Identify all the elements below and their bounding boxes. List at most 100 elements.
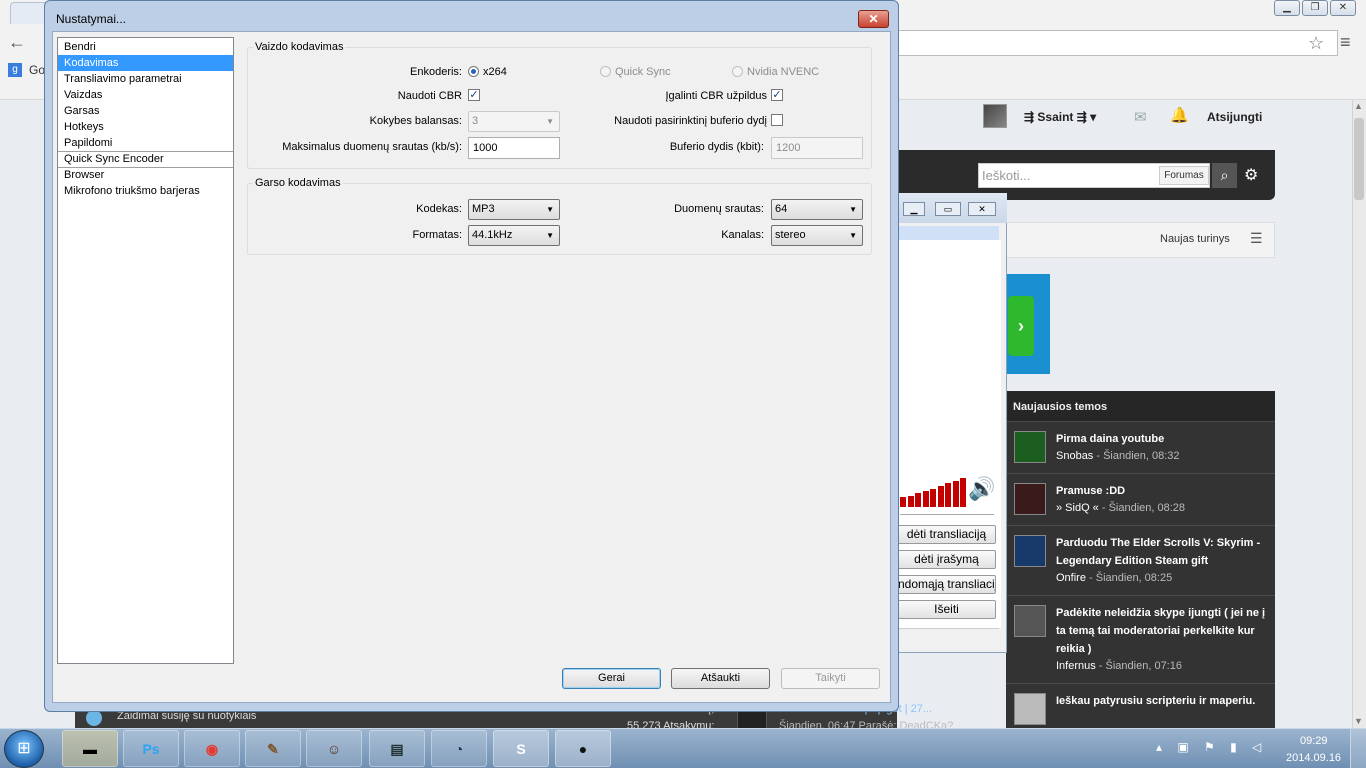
photoshop-icon[interactable]: Ps (123, 730, 179, 767)
bell-icon[interactable]: 🔔 (1170, 106, 1189, 124)
topic-author[interactable]: Onfire (1056, 572, 1086, 584)
apply-button[interactable]: Taikyti (781, 668, 880, 689)
game-icon[interactable]: ☺ (306, 730, 362, 767)
nav-item-transliavimo[interactable]: Transliavimo parametrai (58, 71, 233, 87)
speaker-icon[interactable]: 🔊 (968, 476, 995, 502)
maximize-button[interactable]: ❐ (1302, 0, 1328, 16)
chevron-right-icon[interactable]: › (1008, 296, 1034, 356)
cbr-padding-checkbox[interactable]: ✓ (771, 89, 783, 101)
search-icon[interactable]: ⌕ (1212, 163, 1237, 188)
search-scope-select[interactable]: Forumas (1159, 166, 1209, 185)
topic-title[interactable]: Pirma daina youtube (1056, 430, 1270, 448)
audio-bitrate-select[interactable]: 64 ▼ (771, 199, 863, 220)
nav-item-bendri[interactable]: Bendri (58, 39, 233, 55)
topic-author[interactable]: Snobas (1056, 450, 1093, 462)
scroll-down-icon[interactable]: ▼ (1354, 716, 1363, 726)
topic-title[interactable]: Parduodu The Elder Scrolls V: Skyrim - L… (1056, 534, 1270, 570)
radio-nvenc-label[interactable]: Nvidia NVENC (747, 66, 819, 78)
gear-icon[interactable]: ⚙ (1244, 165, 1258, 185)
codec-value: MP3 (472, 203, 495, 215)
clock-date[interactable]: 2014.09.16 (1286, 752, 1341, 764)
meter-bar (907, 496, 914, 507)
minimize-button[interactable]: ▁ (1274, 0, 1300, 16)
chevron-down-icon: ▼ (849, 231, 857, 240)
cbr-checkbox[interactable]: ✓ (468, 89, 480, 101)
channel-select[interactable]: stereo ▼ (771, 225, 863, 246)
radio-nvenc[interactable] (732, 66, 743, 77)
radio-x264[interactable] (468, 66, 479, 77)
mail-icon[interactable]: ✉ (1134, 108, 1147, 126)
nav-item-vaizdas[interactable]: Vaizdas (58, 87, 233, 103)
exit-button[interactable]: Išeiti (897, 600, 996, 619)
user-menu[interactable]: ⇶ Ssaint ⇶ ▾ (1024, 110, 1096, 124)
close-button[interactable]: ✕ (1330, 0, 1356, 16)
address-bar[interactable] (870, 30, 1338, 56)
list-item[interactable]: Padėkite neleidžia skype ijungti ( jei n… (1006, 595, 1275, 683)
meter-bar (952, 481, 959, 507)
nav-item-papildomi[interactable]: Papildomi (58, 135, 233, 151)
close-icon[interactable]: ✕ (858, 10, 889, 28)
list-item[interactable]: Pirma daina youtube Snobas - Šiandien, 0… (1006, 421, 1275, 473)
radio-quick-sync-label[interactable]: Quick Sync (615, 66, 671, 78)
start-recording-button[interactable]: dėti įrašymą (897, 550, 996, 569)
teamspeak-icon[interactable]: ◔ (431, 730, 487, 767)
menu-icon[interactable]: ≡ (1340, 32, 1351, 53)
nav-item-kodavimas[interactable]: Kodavimas (58, 55, 233, 71)
show-desktop-button[interactable] (1350, 729, 1366, 768)
list-item[interactable]: Pramuse :DD » SidQ « - Šiandien, 08:28 (1006, 473, 1275, 525)
bitrate-field[interactable]: 1000 (468, 137, 560, 159)
quality-select[interactable]: 3 ▼ (468, 111, 560, 132)
radio-x264-label[interactable]: x264 (483, 66, 507, 78)
skype-icon[interactable]: S (493, 730, 549, 767)
topic-author[interactable]: Infernus (1056, 660, 1096, 672)
clock-time[interactable]: 09:29 (1300, 735, 1328, 747)
list-item[interactable]: Ieškau patyrusiu scripteriu ir maperiu. (1006, 683, 1275, 728)
buffer-size-field[interactable]: 1200 (771, 137, 863, 159)
system-tray[interactable]: ▴ ▣ ⚑ ▮ ◁ (1156, 740, 1267, 754)
maximize-button[interactable]: ▭ (935, 202, 961, 216)
meter-bar (915, 493, 921, 507)
minimize-button[interactable]: ▁ (903, 202, 925, 216)
new-content-link[interactable]: Naujas turinys (1160, 233, 1230, 245)
topic-time: - Šiandien, 07:16 (1095, 660, 1182, 672)
nav-item-garsas[interactable]: Garsas (58, 103, 233, 119)
start-stream-button[interactable]: dėti transliaciją (897, 525, 996, 544)
nav-item-quick-sync[interactable]: Quick Sync Encoder (58, 151, 233, 167)
nav-item-browser[interactable]: Browser (58, 167, 233, 183)
logout-link[interactable]: Atsijungti (1207, 110, 1262, 124)
radio-quick-sync[interactable] (600, 66, 611, 77)
topic-author[interactable]: » SidQ « (1056, 502, 1099, 514)
star-icon[interactable]: ☆ (1308, 33, 1324, 54)
notes-icon[interactable]: ✎ (245, 730, 301, 767)
topic-title[interactable]: Ieškau patyrusiu scripteriu ir maperiu. (1056, 692, 1270, 710)
chevron-down-icon: ▼ (849, 205, 857, 214)
bookmark-label[interactable]: Go (29, 63, 45, 77)
google-icon[interactable]: g (8, 63, 22, 77)
topic-meta: » SidQ « - Šiandien, 08:28 (1056, 502, 1185, 514)
ok-button[interactable]: Gerai (562, 668, 661, 689)
chrome-icon[interactable]: ◉ (184, 730, 240, 767)
topic-time: - Šiandien, 08:32 (1093, 450, 1180, 462)
scroll-up-icon[interactable]: ▲ (1354, 101, 1363, 111)
topic-title[interactable]: Padėkite neleidžia skype ijungti ( jei n… (1056, 604, 1270, 658)
list-icon[interactable]: ☰ (1250, 230, 1263, 247)
back-arrow-icon[interactable]: ← (8, 32, 26, 53)
format-select[interactable]: 44.1kHz ▼ (468, 225, 560, 246)
windows-start-icon[interactable]: ⊞ (4, 730, 44, 768)
nav-item-noise-gate[interactable]: Mikrofono triukšmo barjeras (58, 183, 233, 199)
avatar[interactable] (983, 104, 1007, 128)
scroll-thumb[interactable] (1354, 118, 1364, 200)
obs-scene-list[interactable] (897, 226, 999, 240)
list-item[interactable]: Parduodu The Elder Scrolls V: Skyrim - L… (1006, 525, 1275, 595)
document-icon[interactable]: ▤ (369, 730, 425, 767)
topic-title[interactable]: Pramuse :DD (1056, 482, 1270, 500)
nav-item-hotkeys[interactable]: Hotkeys (58, 119, 233, 135)
cancel-button[interactable]: Atšaukti (671, 668, 770, 689)
volume-slider[interactable] (900, 514, 994, 520)
custom-buffer-checkbox[interactable] (771, 114, 783, 126)
explorer-icon[interactable]: ▬ (62, 730, 118, 767)
obs-icon[interactable]: ● (555, 730, 611, 767)
codec-select[interactable]: MP3 ▼ (468, 199, 560, 220)
preview-stream-button[interactable]: ndomąją transliaciją (897, 575, 996, 594)
close-button[interactable]: ✕ (968, 202, 996, 216)
